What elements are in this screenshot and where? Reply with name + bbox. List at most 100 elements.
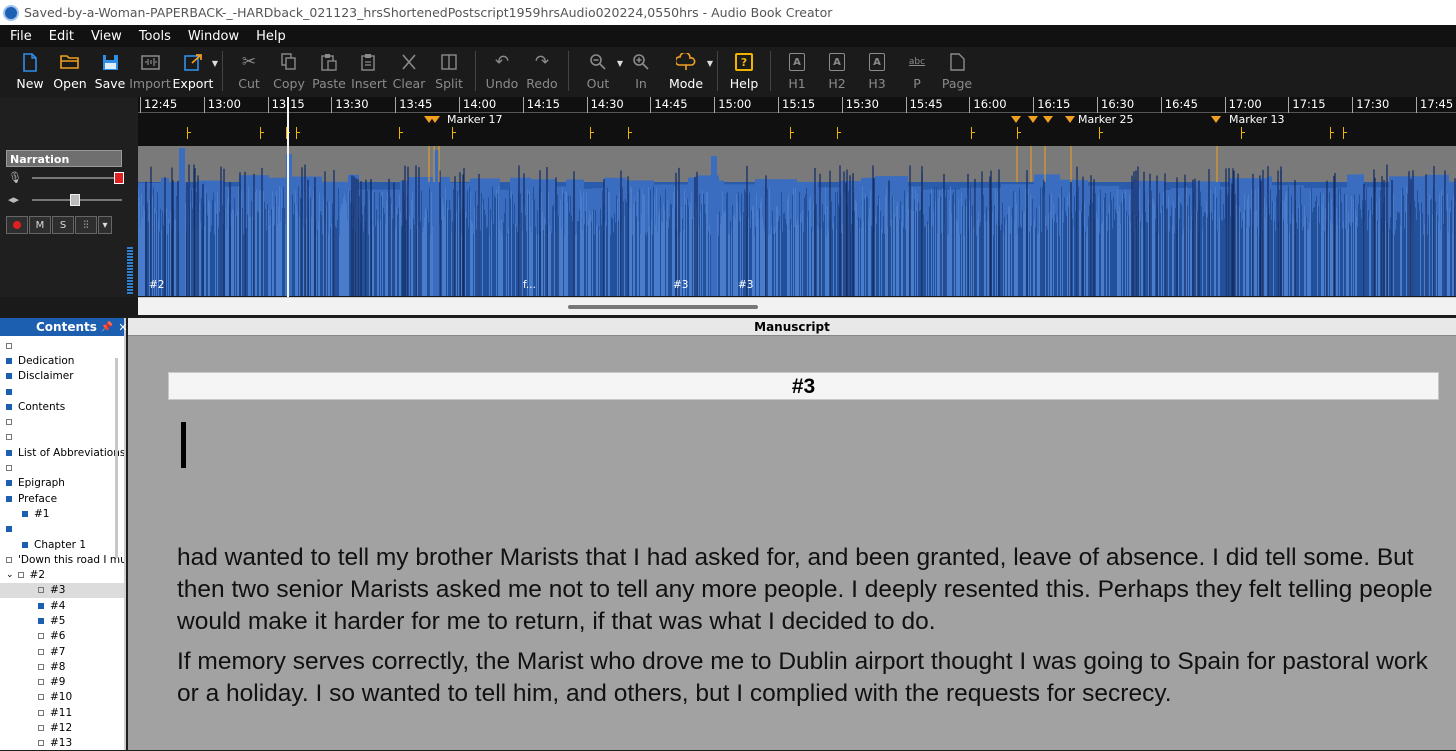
redo-button[interactable]: ↷ Redo <box>522 51 562 93</box>
contents-scrollbar[interactable] <box>115 358 118 558</box>
export-dropdown-icon[interactable]: ▼ <box>212 59 218 68</box>
mode-dropdown-icon[interactable]: ▼ <box>707 59 713 68</box>
insert-button[interactable]: Insert <box>349 51 389 93</box>
solo-button[interactable]: S <box>52 216 74 234</box>
clear-button[interactable]: Clear <box>389 51 429 93</box>
marker-flag[interactable] <box>1241 127 1249 139</box>
time-ruler[interactable]: 12:4513:0013:1513:3013:4514:0014:1514:30… <box>138 97 1456 113</box>
marker-triangle[interactable] <box>1065 116 1075 123</box>
contents-item[interactable]: Disclaimer <box>0 369 124 384</box>
marker-flag[interactable] <box>1343 127 1351 139</box>
marker-triangle[interactable] <box>1028 116 1038 123</box>
playhead[interactable] <box>287 97 289 297</box>
contents-item[interactable]: #5 <box>0 613 124 628</box>
volume-slider[interactable]: 🎙 <box>8 171 126 185</box>
marker-flag[interactable] <box>971 127 979 139</box>
segment-label[interactable]: #2 <box>149 279 164 291</box>
contents-item[interactable]: #10 <box>0 690 124 705</box>
marker-label[interactable]: Marker 13 <box>1229 113 1285 126</box>
marker-triangle[interactable] <box>1011 116 1021 123</box>
contents-item[interactable]: #1 <box>0 506 124 521</box>
contents-item[interactable]: Dedication <box>0 353 124 368</box>
marker-flag[interactable] <box>452 127 460 139</box>
menu-help[interactable]: Help <box>256 29 286 44</box>
pan-thumb[interactable] <box>70 194 80 206</box>
marker-flag[interactable] <box>590 127 598 139</box>
marker-triangle[interactable] <box>1211 116 1221 123</box>
contents-item[interactable]: Preface <box>0 491 124 506</box>
contents-item[interactable] <box>0 460 124 475</box>
marker-flag[interactable] <box>1017 127 1025 139</box>
marker-flag[interactable] <box>399 127 407 139</box>
mode-button[interactable]: Mode ▼ <box>661 51 713 93</box>
marker-flag[interactable] <box>1099 127 1107 139</box>
segment-label[interactable]: #3 <box>673 279 688 291</box>
contents-item[interactable] <box>0 430 124 445</box>
contents-item[interactable]: 'Down this road I mu <box>0 552 124 567</box>
menu-view[interactable]: View <box>91 29 122 44</box>
cut-button[interactable]: ✂ Cut <box>229 51 269 93</box>
paste-button[interactable]: Paste <box>309 51 349 93</box>
marker-flag[interactable] <box>296 127 304 139</box>
marker-strip[interactable]: Marker 17 Marker 25 Marker 13 <box>138 113 1456 146</box>
contents-item[interactable]: #9 <box>0 675 124 690</box>
timeline-scroll-thumb[interactable] <box>568 305 758 309</box>
heading2-button[interactable]: A H2 <box>817 51 857 93</box>
marker-flag[interactable] <box>790 127 798 139</box>
manuscript-paragraph[interactable]: had wanted to tell my brother Marists th… <box>177 542 1442 638</box>
close-icon[interactable]: ✕ <box>118 321 127 334</box>
marker-flag[interactable] <box>628 127 636 139</box>
paragraph-button[interactable]: abc P <box>897 51 937 93</box>
segment-label[interactable]: #3 <box>738 279 753 291</box>
marker-triangle[interactable] <box>430 116 440 123</box>
contents-item[interactable]: #6 <box>0 629 124 644</box>
contents-item[interactable]: #4 <box>0 598 124 613</box>
new-button[interactable]: New <box>10 51 50 93</box>
contents-item[interactable]: Contents <box>0 399 124 414</box>
mixer-button[interactable]: ⫶⫶ <box>75 216 97 234</box>
marker-label[interactable]: Marker 17 <box>447 113 503 126</box>
contents-item[interactable]: #3 <box>0 582 124 599</box>
marker-triangle[interactable] <box>1043 116 1053 123</box>
split-button[interactable]: Split <box>429 51 469 93</box>
heading3-button[interactable]: A H3 <box>857 51 897 93</box>
menu-window[interactable]: Window <box>188 29 239 44</box>
zoom-in-button[interactable]: In <box>621 51 661 93</box>
contents-item[interactable]: #12 <box>0 720 124 735</box>
marker-flag[interactable] <box>837 127 845 139</box>
contents-item[interactable] <box>0 414 124 429</box>
mute-button[interactable]: M <box>29 216 51 234</box>
timeline-scrollbar[interactable] <box>138 297 1456 315</box>
contents-item[interactable]: #13 <box>0 736 124 751</box>
manuscript-paragraph[interactable]: If memory serves correctly, the Marist w… <box>177 646 1442 710</box>
menu-edit[interactable]: Edit <box>49 29 74 44</box>
marker-label[interactable]: Marker 25 <box>1078 113 1134 126</box>
page-button[interactable]: Page <box>937 51 977 93</box>
contents-item[interactable]: #7 <box>0 644 124 659</box>
pin-icon[interactable]: 📌 <box>101 322 113 333</box>
segment-label[interactable]: f... <box>523 279 536 291</box>
marker-flag[interactable] <box>260 127 268 139</box>
contents-item[interactable]: #11 <box>0 705 124 720</box>
contents-item[interactable]: Epigraph <box>0 476 124 491</box>
contents-item[interactable]: Chapter 1 <box>0 537 124 552</box>
contents-item[interactable]: ⌄ #2 <box>0 567 124 582</box>
waveform[interactable]: #2 f... #3 #3 <box>138 146 1456 296</box>
expand-chevron-icon[interactable]: ⌄ <box>6 570 14 580</box>
heading1-button[interactable]: A H1 <box>777 51 817 93</box>
menu-file[interactable]: File <box>10 29 32 44</box>
contents-item[interactable] <box>0 384 124 399</box>
marker-flag[interactable] <box>1330 127 1338 139</box>
zoom-out-button[interactable]: Out ▼ <box>575 51 623 93</box>
open-button[interactable]: Open <box>50 51 90 93</box>
track-menu-button[interactable]: ▾ <box>98 216 112 234</box>
export-button[interactable]: Export ▼ <box>170 51 218 93</box>
volume-thumb[interactable] <box>114 172 124 184</box>
save-button[interactable]: Save <box>90 51 130 93</box>
copy-button[interactable]: Copy <box>269 51 309 93</box>
record-button[interactable] <box>6 216 28 234</box>
undo-button[interactable]: ↶ Undo <box>482 51 522 93</box>
menu-tools[interactable]: Tools <box>139 29 171 44</box>
contents-item[interactable] <box>0 522 124 537</box>
help-button[interactable]: ? Help <box>724 51 764 93</box>
